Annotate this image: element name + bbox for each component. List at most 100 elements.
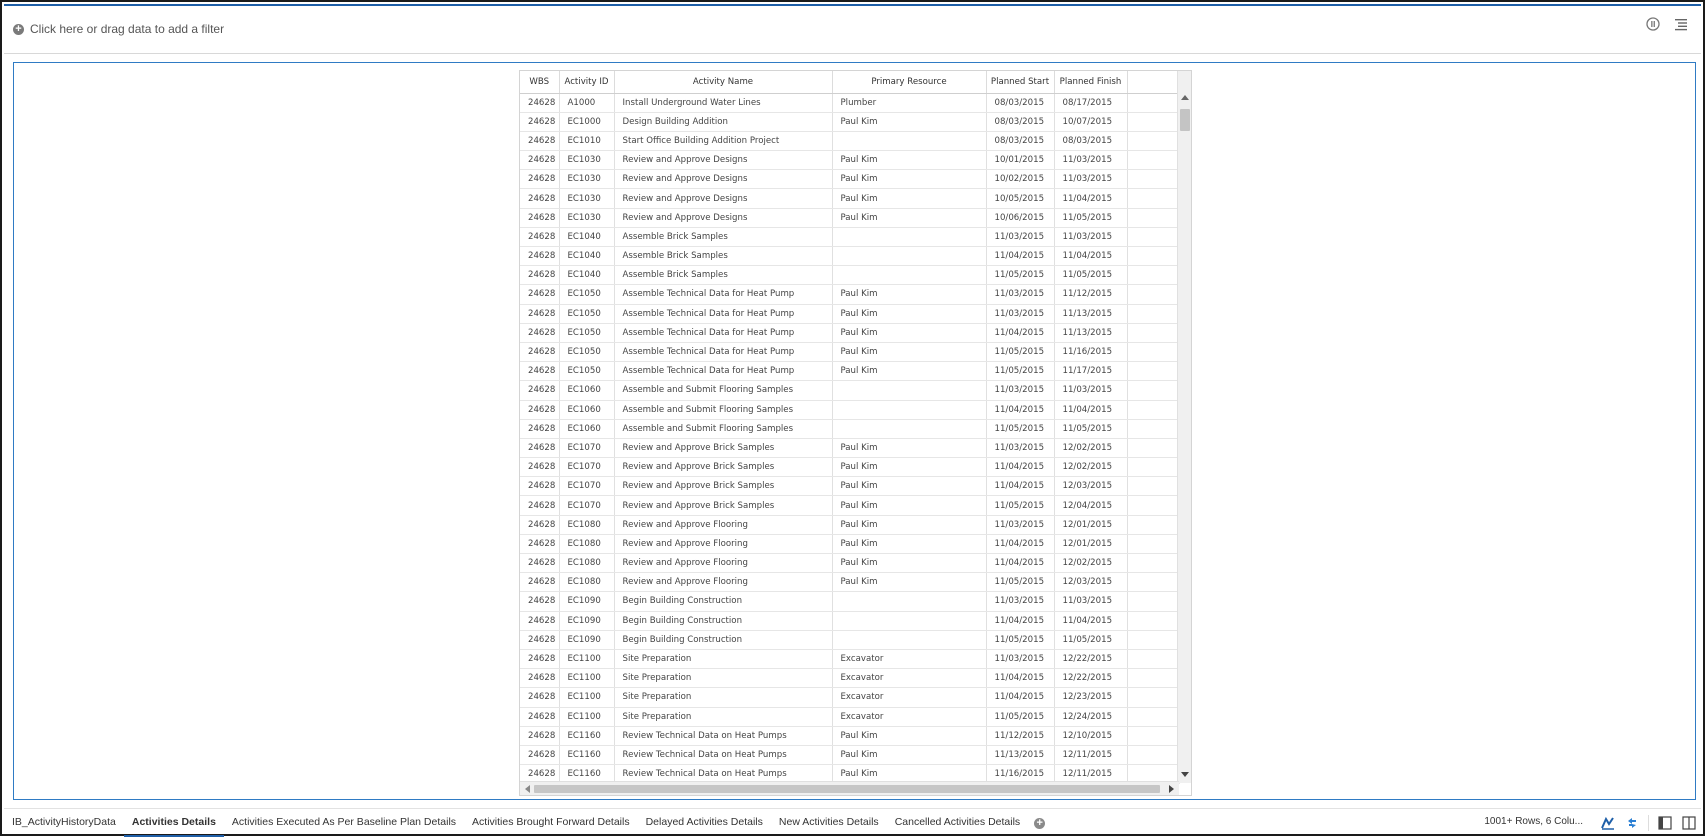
cell-activity-name: Review and Approve Brick Samples [614, 495, 833, 516]
table-row[interactable]: 24628 EC1000 Design Building Addition Paul … [520, 112, 1180, 132]
table-row[interactable]: 24628 EC1030 Review and Approve Designs Pau… [520, 188, 1180, 209]
column-header[interactable]: WBS [520, 71, 560, 94]
column-header[interactable]: Planned Finish [1054, 71, 1128, 94]
vertical-scroll-thumb[interactable] [1180, 109, 1190, 131]
data-table[interactable]: WBS Activity ID Activity Name Primary Re… [519, 70, 1192, 796]
horizontal-scrollbar[interactable] [520, 781, 1179, 795]
table-row[interactable]: 24628 EC1100 Site Preparation Excavator 11/0… [520, 668, 1180, 689]
table-row[interactable]: 24628 EC1050 Assemble Technical Data for H… [520, 342, 1180, 363]
table-row[interactable]: 24628 EC1040 Assemble Brick Samples 11/04/2… [520, 246, 1180, 267]
table-row[interactable]: 24628 EC1010 Start Office Building Additio… [520, 131, 1180, 152]
table-row[interactable]: 24628 EC1100 Site Preparation Excavator 11/0… [520, 707, 1180, 727]
table-row[interactable]: 24628 EC1160 Review Technical Data on Heat… [520, 745, 1180, 766]
page-tab[interactable]: Delayed Activities Details [638, 809, 771, 837]
cell-primary-resource: Paul Kim [832, 208, 987, 228]
table-row[interactable]: 24628 EC1060 Assemble and Submit Flooring … [520, 419, 1180, 439]
scroll-left-icon[interactable] [525, 785, 530, 793]
add-filter-button[interactable]: + Click here or drag data to add a filte… [13, 22, 224, 36]
table-row[interactable]: 24628 EC1030 Review and Approve Designs Pau… [520, 150, 1180, 171]
page-tab[interactable]: IB_ActivityHistoryData [4, 809, 124, 837]
cell-primary-resource: Paul Kim [832, 361, 987, 382]
table-row[interactable]: 24628 EC1040 Assemble Brick Samples 11/03/2… [520, 227, 1180, 248]
table-row[interactable]: 24628 EC1070 Review and Approve Brick Samp… [520, 495, 1180, 516]
page-tab[interactable]: Activities Brought Forward Details [464, 809, 638, 837]
table-row[interactable]: 24628 EC1030 Review and Approve Designs Pau… [520, 169, 1180, 190]
table-row[interactable]: 24628 EC1050 Assemble Technical Data for H… [520, 304, 1180, 324]
table-row[interactable]: 24628 EC1050 Assemble Technical Data for H… [520, 361, 1180, 382]
cell-activity-id: EC1040 [559, 227, 615, 248]
cell-filler [1127, 687, 1180, 708]
scroll-down-icon[interactable] [1181, 772, 1189, 777]
left-panel-icon[interactable] [1657, 815, 1673, 831]
scroll-right-icon[interactable] [1169, 785, 1174, 793]
page-tab[interactable]: New Activities Details [771, 809, 887, 837]
cell-planned-start: 08/03/2015 [986, 112, 1055, 132]
horizontal-scroll-thumb[interactable] [534, 785, 1160, 793]
cell-primary-resource [832, 591, 987, 612]
cell-planned-finish: 11/16/2015 [1054, 342, 1128, 363]
table-row[interactable]: 24628 EC1160 Review Technical Data on Heat… [520, 726, 1180, 746]
cell-activity-name: Begin Building Construction [614, 611, 833, 631]
refresh-icon[interactable] [1624, 815, 1640, 831]
vertical-scrollbar[interactable] [1177, 71, 1191, 783]
cell-filler [1127, 284, 1180, 305]
table-row[interactable]: 24628 EC1070 Review and Approve Brick Samp… [520, 476, 1180, 497]
cell-planned-finish: 11/05/2015 [1054, 265, 1128, 286]
scroll-up-icon[interactable] [1181, 95, 1189, 100]
cell-filler [1127, 112, 1180, 132]
table-row[interactable]: 24628 EC1060 Assemble and Submit Flooring … [520, 400, 1180, 420]
column-header[interactable]: Primary Resource [832, 71, 987, 94]
table-row[interactable]: 24628 EC1100 Site Preparation Excavator 11/0… [520, 649, 1180, 670]
table-row[interactable]: 24628 EC1030 Review and Approve Designs Pau… [520, 208, 1180, 228]
table-row[interactable]: 24628 EC1070 Review and Approve Brick Samp… [520, 457, 1180, 478]
visualize-icon[interactable] [1600, 815, 1616, 831]
cell-planned-start: 11/05/2015 [986, 707, 1055, 727]
cell-activity-name: Review and Approve Designs [614, 169, 833, 190]
table-row[interactable]: 24628 EC1060 Assemble and Submit Flooring … [520, 380, 1180, 401]
cell-filler [1127, 438, 1180, 459]
split-panel-icon[interactable] [1681, 815, 1697, 831]
table-row[interactable]: 24628 A1000 Install Underground Water Line… [520, 93, 1180, 113]
table-row[interactable]: 24628 EC1080 Review and Approve Flooring Pa… [520, 534, 1180, 555]
cell-activity-id: A1000 [559, 93, 615, 113]
cell-filler [1127, 400, 1180, 420]
table-row[interactable]: 24628 EC1080 Review and Approve Flooring Pa… [520, 553, 1180, 574]
cell-wbs: 24628 [520, 476, 560, 497]
page-tab[interactable]: Activities Executed As Per Baseline Plan… [224, 809, 464, 837]
cell-filler [1127, 169, 1180, 190]
table-row[interactable]: 24628 EC1090 Begin Building Construction 11… [520, 591, 1180, 612]
page-tab[interactable]: Cancelled Activities Details [887, 809, 1028, 837]
column-header[interactable]: Activity Name [614, 71, 833, 94]
page-tab[interactable]: Activities Details [123, 809, 224, 837]
cell-wbs: 24628 [520, 227, 560, 248]
cell-primary-resource [832, 246, 987, 267]
table-row[interactable]: 24628 EC1090 Begin Building Construction 11… [520, 630, 1180, 650]
table-row[interactable]: 24628 EC1080 Review and Approve Flooring Pa… [520, 572, 1180, 593]
cell-activity-name: Install Underground Water Lines [614, 93, 833, 113]
cell-planned-start: 11/12/2015 [986, 726, 1055, 746]
table-row[interactable]: 24628 EC1080 Review and Approve Flooring Pa… [520, 515, 1180, 535]
cell-filler [1127, 553, 1180, 574]
cell-activity-id: EC1010 [559, 131, 615, 152]
table-row[interactable]: 24628 EC1050 Assemble Technical Data for H… [520, 323, 1180, 343]
cell-primary-resource: Paul Kim [832, 457, 987, 478]
column-header[interactable]: Activity ID [559, 71, 615, 94]
table-row[interactable]: 24628 EC1040 Assemble Brick Samples 11/05/2… [520, 265, 1180, 286]
table-row[interactable]: 24628 EC1090 Begin Building Construction 11… [520, 611, 1180, 631]
cell-activity-id: EC1050 [559, 342, 615, 363]
toolbar-icons [1645, 16, 1689, 32]
column-header[interactable]: Planned Start [986, 71, 1055, 94]
add-page-icon[interactable]: + [1034, 817, 1046, 829]
table-row[interactable]: 24628 EC1050 Assemble Technical Data for H… [520, 284, 1180, 305]
cell-primary-resource: Paul Kim [832, 553, 987, 574]
cell-activity-name: Review and Approve Brick Samples [614, 457, 833, 478]
info-icon[interactable] [1645, 16, 1661, 32]
table-row[interactable]: 24628 EC1100 Site Preparation Excavator 11/0… [520, 687, 1180, 708]
cell-planned-finish: 11/05/2015 [1054, 419, 1128, 439]
cell-planned-start: 08/03/2015 [986, 93, 1055, 113]
table-row[interactable]: 24628 EC1070 Review and Approve Brick Samp… [520, 438, 1180, 459]
cell-filler [1127, 476, 1180, 497]
menu-icon[interactable] [1673, 16, 1689, 32]
cell-wbs: 24628 [520, 630, 560, 650]
cell-planned-start: 11/05/2015 [986, 265, 1055, 286]
